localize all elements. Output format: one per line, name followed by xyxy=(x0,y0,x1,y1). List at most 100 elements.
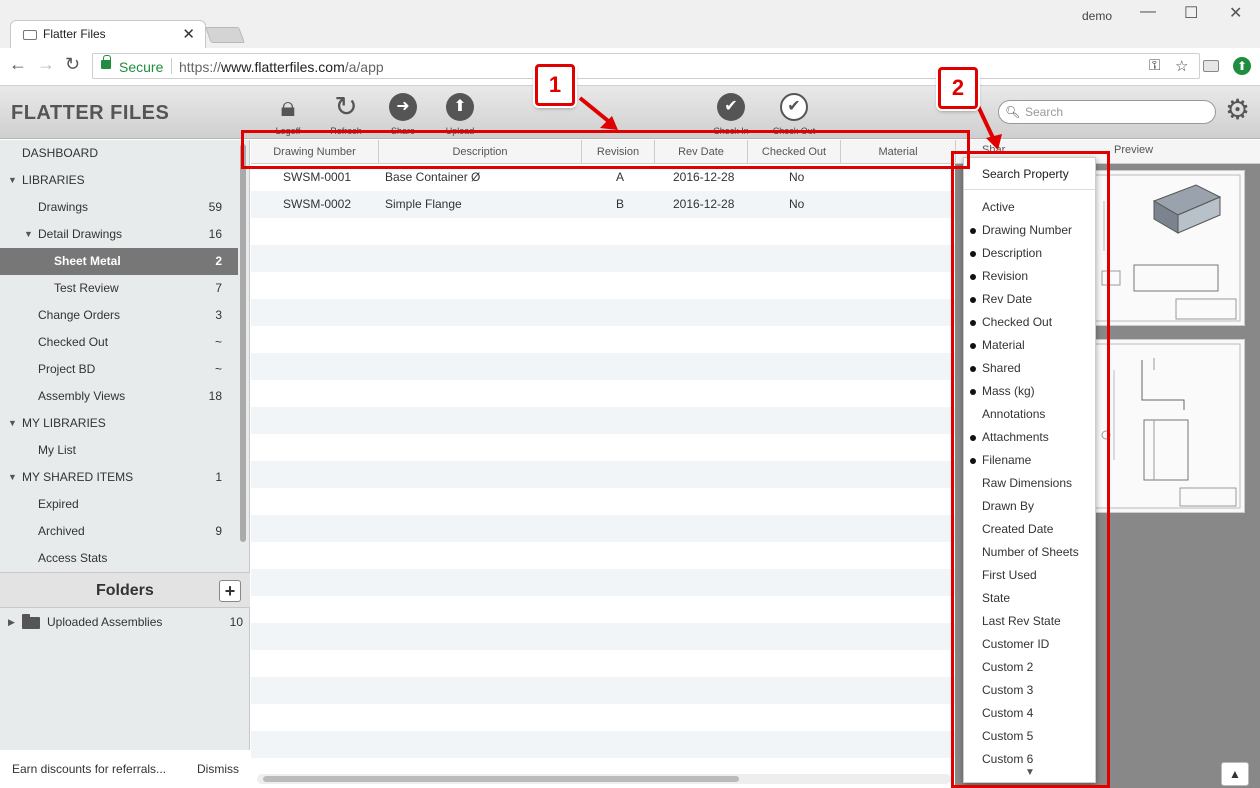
empty-row xyxy=(251,650,955,677)
callout-badge-2: 2 xyxy=(938,67,978,109)
reload-icon[interactable]: ↻ xyxy=(65,54,80,75)
empty-row xyxy=(251,218,955,245)
forward-icon[interactable]: → xyxy=(37,54,55,75)
sidebar-item-libraries[interactable]: ▼ LIBRARIES xyxy=(0,167,238,194)
check-in-icon: ✔ xyxy=(717,93,745,121)
sidebar-item-count: 2 xyxy=(215,254,222,268)
url-path: /a/app xyxy=(344,59,384,75)
sidebar-scrollbar[interactable] xyxy=(240,144,246,542)
sidebar-item-label: Detail Drawings xyxy=(38,227,123,241)
app-logo: FLATTER FILES xyxy=(11,102,170,124)
folder-item-uploaded-assemblies[interactable]: ▶ Uploaded Assemblies 10 xyxy=(0,610,250,634)
table-horizontal-scrollbar[interactable] xyxy=(257,774,951,784)
sidebar-item-expired[interactable]: Expired xyxy=(0,491,238,518)
url-field[interactable]: Secure https://www.flatterfiles.com/a/ap… xyxy=(92,53,1200,79)
tab-title: Flatter Files xyxy=(43,27,106,41)
expand-triangle-icon[interactable]: ▼ xyxy=(24,221,33,248)
maximize-icon[interactable]: ☐ xyxy=(1184,3,1198,23)
folder-icon xyxy=(22,614,40,629)
expand-triangle-icon[interactable]: ▼ xyxy=(8,410,17,437)
dismiss-link[interactable]: Dismiss xyxy=(197,750,239,788)
empty-row xyxy=(251,434,955,461)
scroll-to-top-button[interactable]: ▲ xyxy=(1221,762,1249,786)
callout-highlight-menu xyxy=(951,151,1110,788)
sidebar-item-assembly-views[interactable]: Assembly Views 18 xyxy=(0,383,238,410)
back-icon[interactable]: ← xyxy=(9,54,27,75)
sidebar-item-access-stats[interactable]: Access Stats xyxy=(0,545,238,572)
cell-drawing-number: SWSM-0002 xyxy=(283,197,352,211)
close-window-icon[interactable]: ✕ xyxy=(1229,3,1242,23)
empty-row xyxy=(251,407,955,434)
expand-triangle-icon[interactable]: ▼ xyxy=(8,464,17,491)
search-box[interactable]: 🔍︎ xyxy=(998,100,1216,124)
add-folder-button[interactable]: + xyxy=(219,580,241,602)
scrollbar-thumb[interactable] xyxy=(240,144,246,542)
sidebar-item-label: Drawings xyxy=(38,200,89,214)
sidebar-item-my-shared-items[interactable]: ▼ MY SHARED ITEMS 1 xyxy=(0,464,238,491)
table-row[interactable]: SWSM-0002 Simple Flange B 2016-12-28 No xyxy=(251,191,955,218)
star-icon[interactable]: ☆ xyxy=(1175,57,1188,75)
share-icon: ➜ xyxy=(389,93,417,121)
expand-triangle-icon[interactable]: ▶ xyxy=(8,610,15,634)
folder-count: 10 xyxy=(229,615,243,629)
folder-label: Uploaded Assemblies xyxy=(47,615,163,629)
sidebar-item-count: 18 xyxy=(208,389,222,403)
drawings-table: Drawing Number Description Revision Rev … xyxy=(251,140,955,788)
new-tab-button[interactable] xyxy=(205,27,245,43)
sidebar-item-label: MY LIBRARIES xyxy=(22,416,106,430)
sidebar-item-change-orders[interactable]: Change Orders 3 xyxy=(0,302,238,329)
sidebar-item-project-bd[interactable]: Project BD ~ xyxy=(0,356,238,383)
callout-highlight-columns xyxy=(241,130,970,169)
upload-icon: ⬆ xyxy=(446,93,474,121)
empty-row xyxy=(251,461,955,488)
cell-revision: B xyxy=(616,197,625,211)
url-text: https://www.flatterfiles.com/a/app xyxy=(179,59,384,75)
folders-title: Folders xyxy=(96,582,154,599)
empty-row xyxy=(251,353,955,380)
sidebar-item-label: Test Review xyxy=(54,281,119,295)
sidebar-item-archived[interactable]: Archived 9 xyxy=(0,518,238,545)
empty-row xyxy=(251,569,955,596)
minimize-icon[interactable]: — xyxy=(1140,3,1156,21)
expand-triangle-icon[interactable]: ▼ xyxy=(8,167,17,194)
empty-row xyxy=(251,245,955,272)
empty-row xyxy=(251,488,955,515)
cell-rev-date: 2016-12-28 xyxy=(673,197,735,211)
key-icon[interactable]: ⚿ xyxy=(1149,57,1160,74)
extension-icon[interactable] xyxy=(1203,60,1219,72)
callout-badge-1: 1 xyxy=(535,64,575,106)
sidebar-item-checked-out[interactable]: Checked Out ~ xyxy=(0,329,238,356)
sidebar-item-detail-drawings[interactable]: ▼ Detail Drawings 16 xyxy=(0,221,238,248)
sidebar-item-my-list[interactable]: My List xyxy=(0,437,238,464)
close-tab-icon[interactable]: ✕ xyxy=(182,25,195,43)
sidebar-item-sheet-metal[interactable]: Sheet Metal 2 xyxy=(0,248,238,275)
sidebar-item-label: MY SHARED ITEMS xyxy=(22,470,134,484)
browser-tab[interactable]: Flatter Files ✕ xyxy=(10,20,206,48)
empty-row xyxy=(251,596,955,623)
browser-tab-bar: Flatter Files ✕ demo — ☐ ✕ xyxy=(0,0,1260,48)
browser-profile-name[interactable]: demo xyxy=(1082,9,1112,23)
sidebar-item-count: 16 xyxy=(208,227,222,241)
referral-text[interactable]: Earn discounts for referrals... xyxy=(12,750,166,788)
scrollbar-thumb[interactable] xyxy=(263,776,739,782)
sidebar-item-label: Project BD xyxy=(38,362,96,376)
sidebar-item-my-libraries[interactable]: ▼ MY LIBRARIES xyxy=(0,410,238,437)
sidebar-item-count: 7 xyxy=(215,281,222,295)
refresh-icon: ↻ xyxy=(334,91,358,122)
divider xyxy=(171,58,172,74)
search-input[interactable] xyxy=(1025,104,1205,120)
update-icon[interactable]: ⬆ xyxy=(1233,57,1251,75)
settings-gear-icon[interactable]: ⚙ xyxy=(1225,96,1250,124)
sidebar-item-label: Archived xyxy=(38,524,85,538)
empty-row xyxy=(251,704,955,731)
sidebar-item-drawings[interactable]: Drawings 59 xyxy=(0,194,238,221)
search-icon: 🔍︎ xyxy=(1005,105,1021,119)
sidebar-item-count: 3 xyxy=(215,308,222,322)
sidebar-item-label: LIBRARIES xyxy=(22,173,85,187)
lock-icon: 🔒︎ xyxy=(280,91,296,122)
table-body: SWSM-0001 Base Container Ø A 2016-12-28 … xyxy=(251,164,955,774)
sidebar-item-dashboard[interactable]: DASHBOARD xyxy=(0,140,238,167)
sidebar-item-test-review[interactable]: Test Review 7 xyxy=(0,275,238,302)
sidebar-item-count: ~ xyxy=(214,362,222,376)
sidebar-item-label: My List xyxy=(38,443,77,457)
